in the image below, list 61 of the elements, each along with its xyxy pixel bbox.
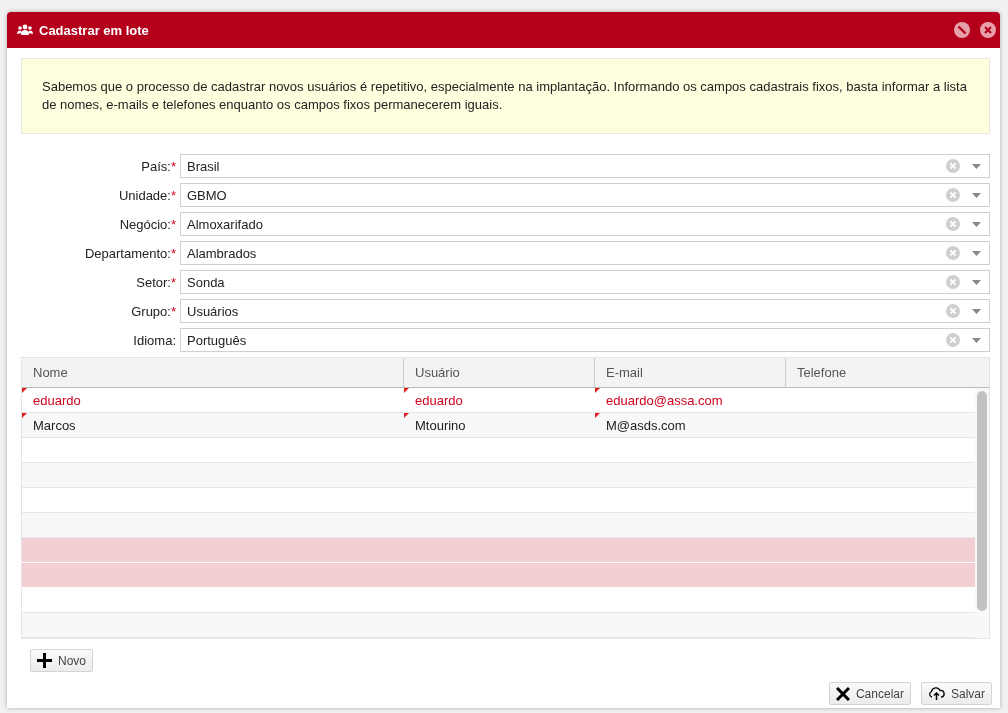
column-header[interactable]: Usuário: [404, 358, 595, 387]
field-label: Setor:: [136, 274, 171, 290]
scrollbar-thumb[interactable]: [977, 391, 987, 611]
grid-row[interactable]: [22, 463, 975, 488]
select-field[interactable]: Alambrados: [180, 241, 990, 265]
field-label: Idioma:: [133, 332, 176, 348]
field-label: Departamento:: [84, 245, 171, 261]
table-cell: eduardo: [33, 393, 81, 408]
clear-icon[interactable]: [946, 246, 960, 260]
caret-icon[interactable]: [972, 163, 981, 169]
grid-row[interactable]: eduardo eduardo eduardo@assa.com: [22, 388, 975, 413]
users-icon: [17, 23, 33, 37]
table-cell: M@asds.com: [606, 418, 686, 433]
table-cell: Mtourino: [415, 418, 466, 433]
grid-row[interactable]: [22, 613, 975, 638]
grid-row[interactable]: [22, 513, 975, 538]
clear-icon[interactable]: [946, 275, 960, 289]
select-field[interactable]: Almoxarifado: [180, 212, 990, 236]
cloud-upload-icon: [928, 687, 945, 700]
field-label: Grupo:: [131, 303, 171, 319]
caret-icon[interactable]: [972, 192, 981, 198]
field-label: Unidade:: [118, 187, 171, 203]
save-button[interactable]: Salvar: [921, 682, 992, 705]
clear-icon[interactable]: [946, 159, 960, 173]
grid-row[interactable]: Marcos Mtourino M@asds.com: [22, 413, 975, 438]
select-field[interactable]: Sonda: [180, 270, 990, 294]
table-cell: eduardo: [415, 393, 463, 408]
required-mark: *: [170, 274, 176, 290]
caret-icon[interactable]: [972, 308, 981, 314]
column-header[interactable]: Nome: [22, 358, 404, 387]
required-mark: *: [170, 245, 176, 261]
table-cell: Marcos: [33, 418, 76, 433]
close-icon: [835, 686, 850, 701]
window-title: Cadastrar em lote: [39, 22, 149, 38]
info-message: Sabemos que o processo de cadastrar novos usuários é repetitivo, especialmente na implantação. Informando os campos cadastrais fixos, basta informar a lista de nomes, e-mails e telefones enquanto os campos fixos permanecerem iguais.: [21, 58, 990, 134]
required-mark: *: [170, 216, 176, 232]
caret-icon[interactable]: [972, 221, 981, 227]
minimize-icon[interactable]: [954, 22, 970, 38]
clear-icon[interactable]: [946, 333, 960, 347]
select-field[interactable]: GBMO: [180, 183, 990, 207]
select-field[interactable]: Português: [180, 328, 990, 352]
caret-icon[interactable]: [972, 279, 981, 285]
required-mark: *: [170, 158, 176, 174]
clear-icon[interactable]: [946, 217, 960, 231]
field-label: Negócio:: [119, 216, 171, 232]
clear-icon[interactable]: [946, 304, 960, 318]
clear-icon[interactable]: [946, 188, 960, 202]
cancel-button[interactable]: Cancelar: [828, 682, 911, 705]
required-mark: *: [170, 303, 176, 319]
caret-icon[interactable]: [972, 250, 981, 256]
close-icon[interactable]: [980, 22, 996, 38]
select-field[interactable]: Usuários: [180, 299, 990, 323]
new-button[interactable]: Novo: [30, 649, 93, 672]
caret-icon[interactable]: [972, 337, 981, 343]
column-header[interactable]: E-mail: [595, 358, 786, 387]
plus-icon: [37, 653, 52, 668]
field-label: País:: [141, 158, 171, 174]
column-header[interactable]: Telefone: [786, 358, 989, 387]
table-cell: eduardo@assa.com: [606, 393, 723, 408]
select-field[interactable]: Brasil: [180, 154, 990, 178]
required-mark: *: [170, 187, 176, 203]
